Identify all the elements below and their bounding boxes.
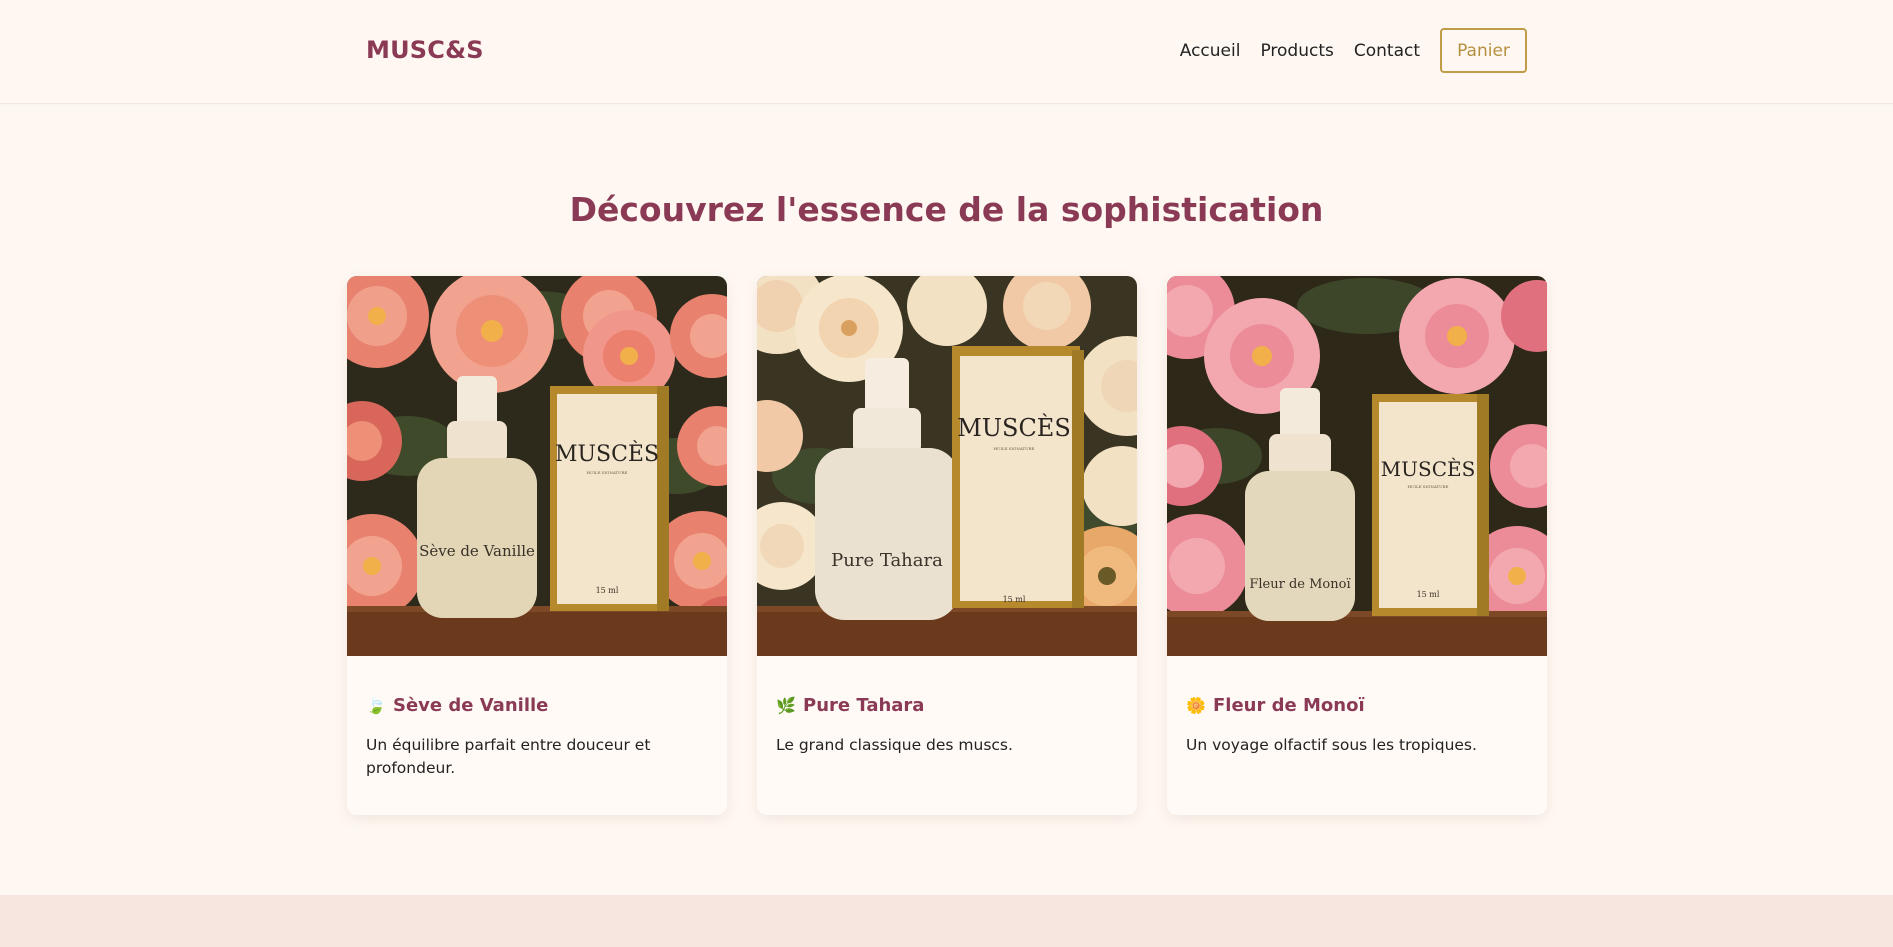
main-nav: Accueil Products Contact Panier bbox=[1180, 28, 1527, 73]
product-name: Fleur de Monoï bbox=[1213, 695, 1365, 716]
nav-link-products[interactable]: Products bbox=[1260, 41, 1333, 61]
nav-link-accueil[interactable]: Accueil bbox=[1180, 41, 1241, 61]
page-title: Découvrez l'essence de la sophistication bbox=[569, 190, 1324, 229]
product-description: Un équilibre parfait entre douceur et pr… bbox=[366, 736, 651, 777]
box-brand-text: MUSCÈS bbox=[1381, 457, 1476, 481]
site-logo[interactable]: MUSC&S bbox=[366, 36, 484, 64]
product-image[interactable]: Sève de Vanille MUSCÈS HUILE SIGNATURE 1… bbox=[347, 276, 727, 656]
product-description: Un voyage olfactif sous les tropiques. bbox=[1186, 736, 1477, 754]
box-subtitle-text: HUILE SIGNATURE bbox=[994, 446, 1035, 451]
product-title[interactable]: 🌼 Fleur de Monoï bbox=[1186, 695, 1365, 716]
box-volume-text: 15 ml bbox=[1417, 590, 1440, 599]
cart-button[interactable]: Panier bbox=[1440, 28, 1527, 73]
box-subtitle-text: HUILE SIGNATURE bbox=[587, 470, 628, 475]
box-volume-text: 15 ml bbox=[596, 586, 619, 595]
box-subtitle-text: HUILE SIGNATURE bbox=[1408, 484, 1449, 489]
product-image[interactable]: Fleur de Monoï MUSCÈS HUILE SIGNATURE 15… bbox=[1167, 276, 1547, 656]
product-name: Sève de Vanille bbox=[393, 695, 549, 716]
bottle-label-text: Fleur de Monoï bbox=[1249, 577, 1351, 592]
flower-icon: 🌼 bbox=[1186, 696, 1206, 715]
product-card[interactable]: Sève de Vanille MUSCÈS HUILE SIGNATURE 1… bbox=[347, 276, 727, 815]
footer-band bbox=[0, 895, 1893, 947]
product-name: Pure Tahara bbox=[803, 695, 925, 716]
product-card[interactable]: Fleur de Monoï MUSCÈS HUILE SIGNATURE 15… bbox=[1167, 276, 1547, 815]
nav-link-contact[interactable]: Contact bbox=[1354, 41, 1420, 61]
bottle-label-text: Pure Tahara bbox=[831, 550, 943, 571]
box-brand-text: MUSCÈS bbox=[555, 440, 659, 467]
product-title[interactable]: 🍃 Sève de Vanille bbox=[366, 695, 548, 716]
bottle-label-text: Sève de Vanille bbox=[419, 542, 535, 560]
site-header: MUSC&S Accueil Products Contact Panier bbox=[0, 0, 1893, 104]
box-brand-text: MUSCÈS bbox=[957, 413, 1071, 442]
product-description: Le grand classique des muscs. bbox=[776, 736, 1013, 754]
box-volume-text: 15 ml bbox=[1003, 595, 1026, 604]
product-title[interactable]: 🌿 Pure Tahara bbox=[776, 695, 924, 716]
herb-icon: 🌿 bbox=[776, 696, 796, 715]
product-card[interactable]: Pure Tahara MUSCÈS HUILE SIGNATURE 15 ml… bbox=[757, 276, 1137, 815]
product-image[interactable]: Pure Tahara MUSCÈS HUILE SIGNATURE 15 ml bbox=[757, 276, 1137, 656]
leaf-icon: 🍃 bbox=[366, 696, 386, 715]
